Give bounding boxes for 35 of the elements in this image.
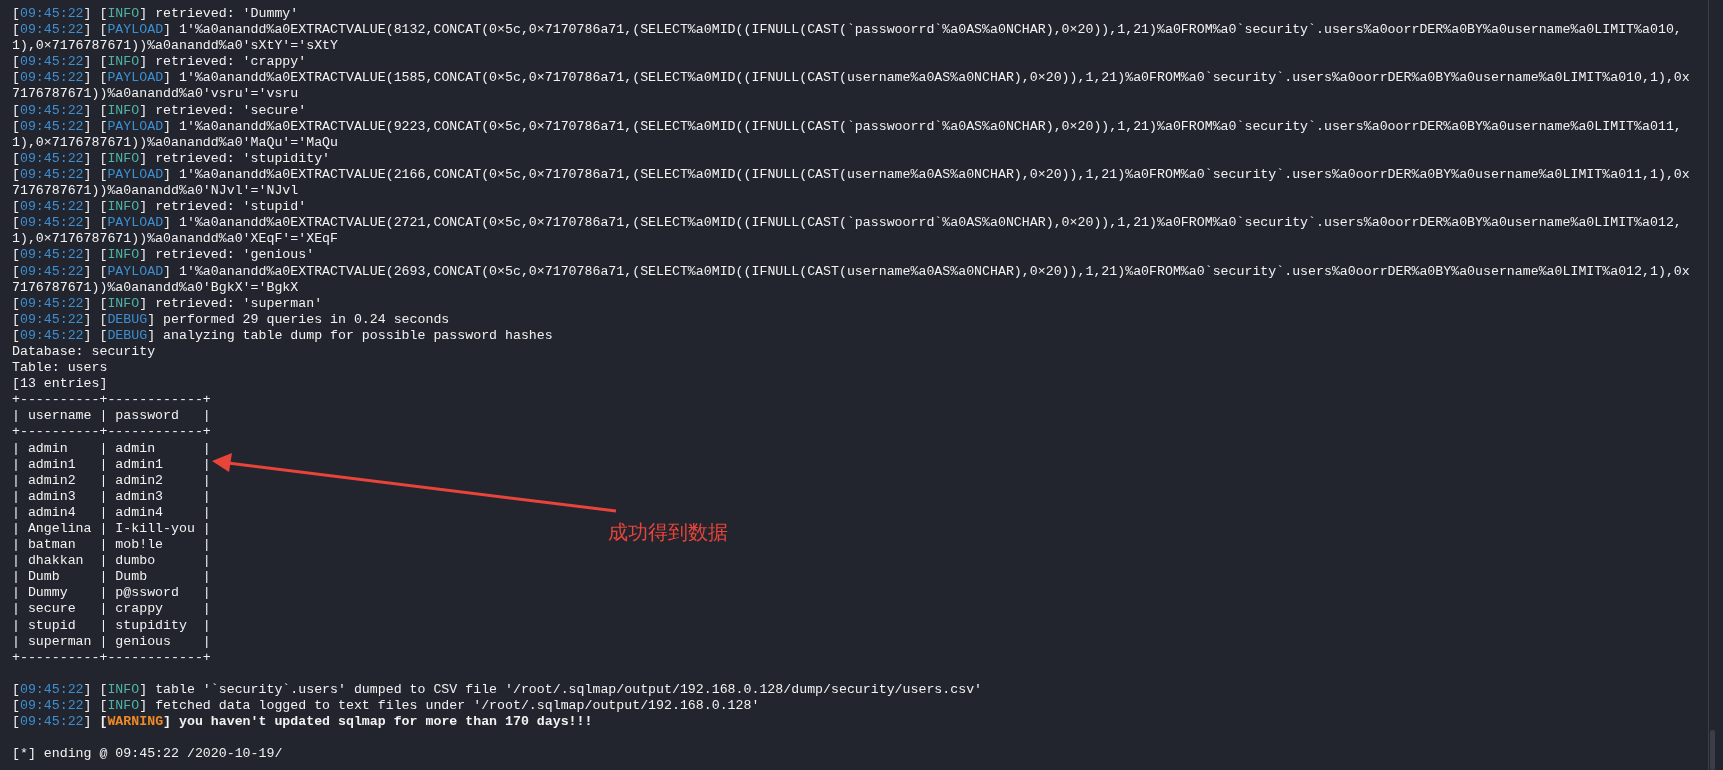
terminal-line: | admin2 | admin2 | [12,472,211,489]
terminal-line: Database: security [12,343,156,361]
terminal-line: | secure | crappy | [12,601,211,618]
terminal-line: Table: users [12,360,108,377]
log-line: [09:45:22] [INFO] fetched data logged to text files under '/root/.sqlmap/output/192.168.0.128' [12,698,761,715]
log-line: [09:45:22] [INFO] table '`security`.users' dumped to CSV file '/root/.sqlmap/output/192.168.0.128/dump/security/users.csv' [12,681,984,699]
terminal-line: | Angelina | I-kill-you | [12,521,211,538]
log-line: [09:45:22] [INFO] retrieved: 'superman' [12,295,324,312]
log-line: [09:45:22] [INFO] retrieved: 'secure' [12,102,308,119]
terminal-line: | stupid | stupidity | [12,617,211,634]
terminal-line: +----------+------------+ [12,424,211,441]
annotation-label: 成功得到数据 [608,520,728,544]
terminal-line: +----------+------------+ [12,649,211,666]
scrollbar-thumb[interactable] [1710,730,1715,770]
terminal-line: | username | password | [12,408,211,425]
terminal-line: | Dummy | p@ssword | [12,585,211,602]
terminal-line: | admin4 | admin4 | [12,504,211,521]
log-line: [09:45:22] [WARNING] you haven't updated sqlmap for more than 170 days!!! [12,714,594,731]
log-line: [09:45:22] [INFO] retrieved: 'stupid' [12,199,308,216]
log-line: [09:45:22] [DEBUG] analyzing table dump for possible password hashes [12,327,554,344]
terminal-line: [*] ending @ 09:45:22 /2020-10-19/ [12,746,283,763]
log-line: [09:45:22] [INFO] retrieved: 'genious' [12,247,316,264]
log-line: [09:45:22] [INFO] retrieved: 'stupidity' [12,150,332,167]
log-line: [09:45:22] [INFO] retrieved: 'Dummy' [12,6,300,23]
terminal-line: | dhakkan | dumbo | [12,553,211,570]
log-line: [09:45:22] [DEBUG] performed 29 queries in 0.24 seconds [12,311,451,328]
terminal-line: | Dumb | Dumb | [12,569,211,586]
terminal-line: | batman | mob!le | [12,537,211,554]
terminal-line: | admin | admin | [12,440,211,457]
terminal-line: | admin1 | admin1 | [12,456,211,473]
terminal-line: +----------+------------+ [12,392,211,409]
terminal-line: [13 entries] [12,376,108,393]
log-line: [09:45:22] [INFO] retrieved: 'crappy' [12,54,308,71]
terminal-line: | admin3 | admin3 | [12,488,211,505]
terminal-line: | superman | genious | [12,633,211,650]
